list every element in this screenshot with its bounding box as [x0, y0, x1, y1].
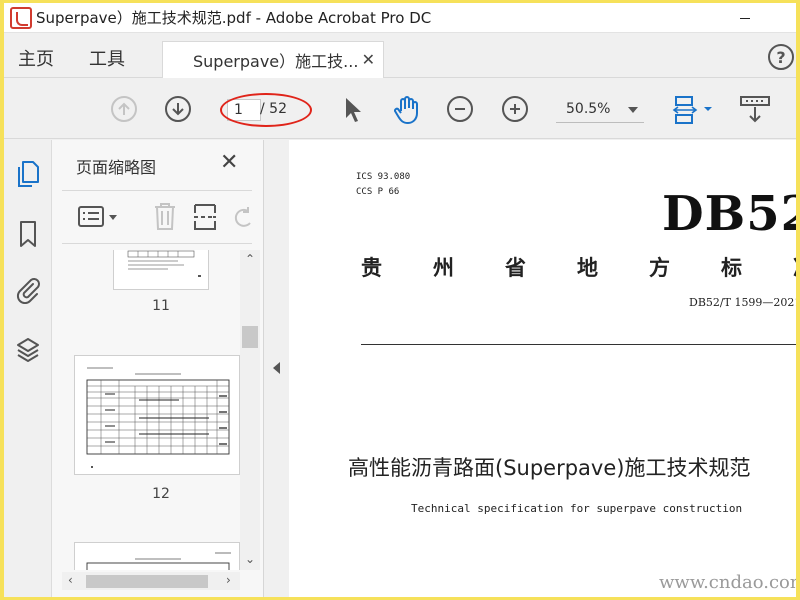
heading-char: 方 [649, 255, 670, 280]
scrollbar-thumb[interactable] [242, 326, 258, 348]
panel-splitter[interactable] [265, 140, 289, 597]
heading-char: 贵 [361, 255, 382, 280]
title-bar: Superpave）施工技术规范.pdf - Adobe Acrobat Pro… [4, 3, 796, 33]
scrollbar-thumb[interactable] [86, 575, 208, 588]
hand-icon[interactable] [392, 95, 422, 125]
thumbnail-page[interactable] [113, 250, 209, 290]
chevron-down-icon[interactable]: ⌄ [245, 552, 255, 566]
layers-icon[interactable] [15, 336, 41, 364]
chevron-left-icon[interactable]: ‹ [68, 573, 73, 587]
heading-char: 标 [721, 255, 742, 280]
thumbnail-vertical-scrollbar[interactable]: ⌃ ⌄ [240, 250, 260, 570]
collapse-panel-icon[interactable] [273, 362, 280, 374]
divider [361, 344, 796, 345]
thumbnail-page-number: 11 [152, 298, 170, 314]
window-title: Superpave）施工技术规范.pdf - Adobe Acrobat Pro… [36, 9, 432, 27]
thumbnail-panel: 页面缩略图 ✕ 11 12 ⌃ ⌄ ‹ › [52, 140, 264, 597]
acrobat-logo-icon [10, 6, 32, 29]
ics-line: ICS 93.080 [356, 172, 411, 182]
next-page-icon[interactable] [165, 96, 191, 122]
heading-char: 准 [793, 252, 796, 282]
document-subtitle: Technical specification for superpave co… [411, 502, 743, 515]
document-tab-label: Superpave）施工技... [193, 52, 359, 71]
prev-page-icon[interactable] [111, 96, 137, 122]
chevron-up-icon[interactable]: ⌃ [245, 252, 255, 266]
thumbnail-list[interactable]: 11 12 [62, 250, 240, 570]
document-title: 高性能沥青路面(Superpave)施工技术规范 [348, 456, 751, 480]
heading-char: 州 [433, 255, 454, 280]
tab-tools[interactable]: 工具 [89, 45, 125, 71]
thumbnail-horizontal-scrollbar[interactable]: ‹ › [62, 572, 240, 590]
rotate-page-icon [234, 207, 251, 227]
scroll-mode-icon[interactable] [739, 95, 771, 125]
acrobat-window: Superpave）施工技术规范.pdf - Adobe Acrobat Pro… [4, 3, 796, 597]
select-arrow-icon[interactable] [344, 97, 362, 123]
delete-page-icon [155, 203, 175, 230]
panel-title: 页面缩略图 [76, 158, 157, 177]
help-icon[interactable]: ? [768, 44, 794, 70]
annotation-ellipse [220, 93, 312, 127]
thumbnail-page[interactable] [74, 355, 240, 475]
watermark-text: www.cndao.com [659, 572, 796, 593]
chevron-down-icon [628, 107, 638, 113]
navigation-rail [4, 140, 52, 597]
zoom-value: 50.5% [566, 101, 611, 117]
thumbnail-options-icon[interactable] [78, 205, 122, 229]
extract-page-icon[interactable] [192, 201, 218, 231]
ics-code: ICS 93.080 CCS P 66 [356, 170, 410, 200]
heading-char: 地 [577, 255, 598, 280]
thumbnail-page[interactable] [74, 542, 240, 570]
chevron-right-icon[interactable]: › [226, 573, 231, 587]
tab-document[interactable]: Superpave）施工技... ✕ [162, 41, 384, 78]
bookmarks-icon[interactable] [15, 220, 41, 248]
page-thumbnails-icon[interactable] [15, 160, 41, 188]
standard-number: DB52/T 1599—2021 [689, 296, 796, 309]
thumbnail-page-number: 12 [152, 486, 170, 502]
fit-page-icon[interactable] [672, 95, 716, 125]
zoom-in-icon[interactable] [502, 96, 528, 122]
ccs-line: CCS P 66 [356, 187, 400, 197]
tab-bar: 主页 工具 Superpave）施工技... ✕ ? [4, 34, 796, 78]
heading-char: 省 [505, 255, 526, 280]
panel-toolbar [62, 190, 252, 244]
close-icon[interactable]: ✕ [220, 150, 238, 175]
zoom-dropdown[interactable]: 50.5% [556, 97, 644, 123]
tab-home[interactable]: 主页 [18, 45, 54, 71]
document-view[interactable]: ICS 93.080 CCS P 66 DB52 贵 州 省 地 方 标 准 D… [289, 140, 796, 597]
standard-code: DB52 [662, 186, 796, 242]
close-icon[interactable]: ✕ [362, 50, 375, 69]
minimize-icon[interactable] [730, 3, 760, 33]
main-toolbar: 1 / 52 50.5% [4, 79, 796, 139]
attachments-icon[interactable] [15, 276, 41, 304]
zoom-out-icon[interactable] [447, 96, 473, 122]
